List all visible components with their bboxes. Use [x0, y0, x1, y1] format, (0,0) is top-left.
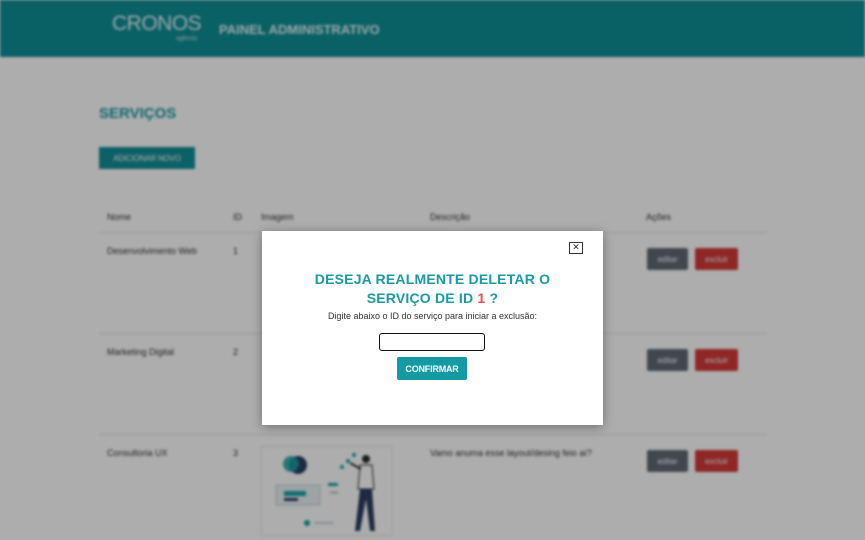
- modal-title-line2-suffix: ?: [485, 290, 499, 306]
- confirm-button[interactable]: CONFIRMAR: [397, 357, 467, 380]
- delete-confirm-modal: ✕ DESEJA REALMENTE DELETAR O SERVIÇO DE …: [262, 231, 603, 425]
- service-id-input[interactable]: [379, 333, 485, 351]
- modal-title-line2-prefix: SERVIÇO DE ID: [366, 290, 478, 306]
- modal-title-line1: DESEJA REALMENTE DELETAR O: [314, 271, 551, 287]
- modal-instruction: Digite abaixo o ID do serviço para inici…: [327, 311, 538, 321]
- close-icon[interactable]: ✕: [569, 242, 583, 254]
- modal-title: DESEJA REALMENTE DELETAR O SERVIÇO DE ID…: [262, 270, 603, 308]
